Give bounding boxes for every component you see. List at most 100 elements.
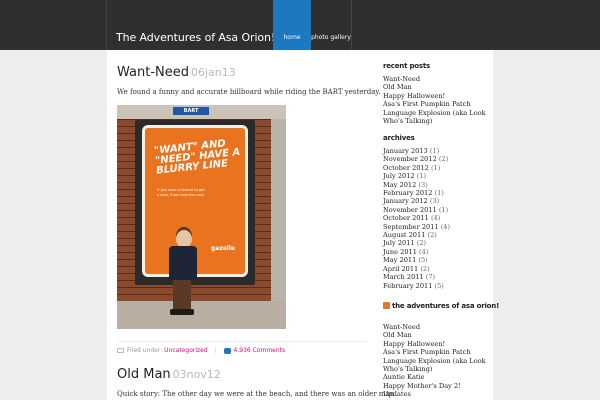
header-divider	[351, 0, 352, 50]
feed-heading-text: the adventures of asa orion!	[392, 302, 500, 310]
archive-link[interactable]: January 2013	[383, 147, 428, 155]
comment-icon	[223, 347, 231, 354]
archive-link[interactable]: May 2012	[383, 181, 416, 189]
archive-link[interactable]: September 2011	[383, 223, 439, 231]
feed-item-link[interactable]: Asa's First Pumpkin Patch	[383, 348, 488, 356]
feed-item-link[interactable]: Auntie Katie	[383, 373, 488, 381]
archive-count: (1)	[430, 163, 441, 172]
archive-count: (4)	[430, 214, 441, 223]
feed-list: Want-Need Old Man Happy Halloween! Asa's…	[383, 323, 488, 399]
archive-item: March 2011 (7)	[383, 273, 488, 281]
archive-item: November 2011 (1)	[383, 206, 488, 214]
recent-posts-list: Want-Need Old Man Happy Halloween! Asa's…	[383, 75, 488, 125]
archive-item: February 2011 (5)	[383, 282, 488, 290]
feed-heading[interactable]: the adventures of asa orion!	[383, 302, 499, 310]
post-excerpt: We found a funny and accurate billboard …	[117, 88, 381, 96]
recent-post-link[interactable]: Want-Need	[383, 75, 488, 83]
archives-list: January 2013 (1) November 2012 (2) Octob…	[383, 147, 488, 290]
post-title-text[interactable]: Old Man	[117, 367, 171, 382]
nav-item-photo-gallery[interactable]: photo gallery	[311, 0, 351, 50]
filed-under-label: Filed under:	[127, 347, 163, 354]
archive-link[interactable]: October 2011	[383, 214, 429, 222]
archive-link[interactable]: August 2011	[383, 231, 425, 239]
archive-item: October 2012 (1)	[383, 164, 488, 172]
archive-count: (2)	[420, 264, 430, 273]
archive-item: August 2011 (2)	[383, 231, 488, 239]
feed-item-link[interactable]: Language Explosion (aka Look Who's Talki…	[383, 357, 488, 374]
post-excerpt: Quick story: The other day we were at th…	[117, 390, 395, 398]
archive-count: (7)	[425, 273, 436, 282]
archive-item: May 2011 (5)	[383, 256, 488, 264]
pillar	[271, 119, 286, 301]
archive-link[interactable]: July 2012	[383, 172, 415, 180]
archive-item: January 2013 (1)	[383, 147, 488, 155]
archive-item: November 2012 (2)	[383, 155, 488, 163]
archive-item: January 2012 (3)	[383, 197, 488, 205]
archive-link[interactable]: January 2012	[383, 197, 428, 205]
feed-item-link[interactable]: Updates	[383, 390, 488, 398]
feed-item-link[interactable]: Happy Halloween!	[383, 340, 488, 348]
archive-count: (1)	[429, 147, 440, 155]
poster-small-text: If you have a license to get a deal, if …	[157, 188, 205, 197]
nav-item-label: photo gallery	[311, 34, 351, 41]
archive-link[interactable]: July 2011	[383, 239, 415, 247]
recent-post-link[interactable]: Happy Halloween!	[383, 92, 488, 100]
child-shoes	[170, 309, 194, 315]
archive-link[interactable]: February 2011	[383, 282, 432, 290]
post-title-text[interactable]: Want-Need	[117, 65, 189, 80]
poster-logo: gazelle	[210, 245, 235, 252]
archive-count: (1)	[416, 172, 427, 181]
post-title[interactable]: Want-Need 06jan13	[117, 65, 236, 80]
archive-count: (5)	[434, 281, 444, 290]
rss-icon	[383, 302, 390, 309]
post-title[interactable]: Old Man 03nov12	[117, 367, 221, 382]
archive-link[interactable]: May 2011	[383, 256, 416, 264]
archive-link[interactable]: November 2011	[383, 206, 437, 214]
post-date: 03nov12	[172, 368, 221, 381]
archive-link[interactable]: February 2012	[383, 189, 432, 197]
feed-item-link[interactable]: Want-Need	[383, 323, 488, 331]
archive-count: (4)	[419, 247, 429, 256]
nav-item-label: home	[283, 34, 301, 41]
archive-link[interactable]: June 2011	[383, 248, 417, 256]
archive-item: July 2012 (1)	[383, 172, 488, 180]
post-divider	[117, 341, 367, 342]
bart-sign: BART	[173, 107, 209, 115]
archive-count: (4)	[440, 222, 451, 231]
post-meta: Filed under: Uncategorized | 4,936 Comme…	[117, 347, 367, 354]
recent-post-link[interactable]: Old Man	[383, 83, 488, 91]
feed-item-link[interactable]: Happy Mother's Day 2!	[383, 382, 488, 390]
archive-link[interactable]: November 2012	[383, 155, 437, 163]
poster-headline: "WANT" AND "NEED" HAVE A BLURRY LINE	[153, 138, 241, 177]
recent-post-link[interactable]: Asa's First Pumpkin Patch	[383, 100, 488, 108]
comments-link[interactable]: 4,936 Comments	[234, 347, 286, 354]
archive-item: September 2011 (4)	[383, 223, 488, 231]
recent-posts-heading: recent posts	[383, 62, 430, 70]
archive-count: (2)	[416, 239, 427, 248]
archive-item: May 2012 (3)	[383, 181, 488, 189]
child-body	[169, 246, 197, 280]
meta-separator: |	[214, 347, 217, 354]
archive-link[interactable]: October 2012	[383, 164, 429, 172]
archive-count: (5)	[418, 256, 428, 265]
archive-link[interactable]: March 2011	[383, 273, 424, 281]
folder-icon	[117, 348, 124, 353]
header-divider	[106, 0, 107, 50]
feed-item-link[interactable]: Old Man	[383, 331, 488, 339]
archive-count: (1)	[438, 205, 449, 214]
archives-heading: archives	[383, 134, 415, 142]
archive-count: (2)	[438, 155, 449, 164]
category-link[interactable]: Uncategorized	[164, 347, 207, 354]
nav-item-home[interactable]: home	[273, 0, 311, 50]
child-legs	[173, 280, 191, 310]
archive-link[interactable]: April 2011	[383, 265, 418, 273]
recent-post-link[interactable]: Language Explosion (aka Look Who's Talki…	[383, 109, 488, 126]
post-date: 06jan13	[191, 66, 236, 79]
archive-count: (2)	[427, 231, 437, 240]
archive-count: (1)	[434, 189, 444, 198]
post-photo[interactable]: BART "WANT" AND "NEED" HAVE A BLURRY LIN…	[117, 105, 286, 329]
archive-count: (3)	[429, 197, 440, 206]
site-title[interactable]: The Adventures of Asa Orion!	[116, 31, 275, 44]
archive-item: July 2011 (2)	[383, 239, 488, 247]
archive-item: April 2011 (2)	[383, 265, 488, 273]
